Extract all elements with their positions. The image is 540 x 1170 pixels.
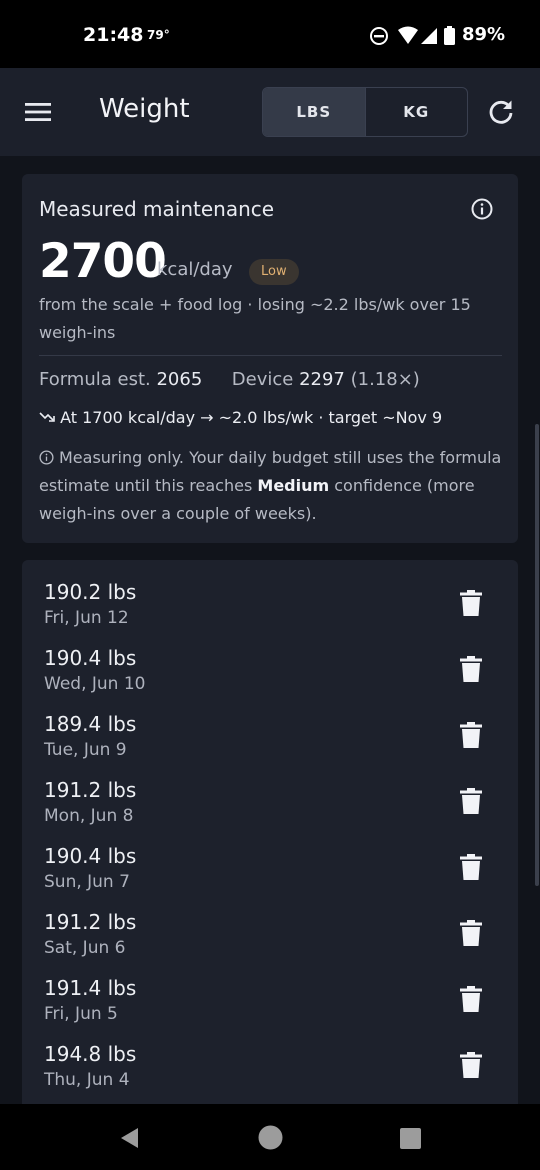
list-item[interactable]: 191.4 lbs Fri, Jun 5 bbox=[22, 956, 518, 1024]
formula-label: Formula est. bbox=[39, 369, 151, 390]
battery-percent: 89% bbox=[462, 24, 506, 45]
maintenance-value: 2700 bbox=[39, 234, 167, 289]
do-not-disturb-icon bbox=[370, 27, 388, 45]
list-item[interactable]: 190.2 lbs Fri, Jun 12 bbox=[22, 560, 518, 628]
delete-icon[interactable] bbox=[460, 920, 482, 946]
unit-lbs-button[interactable]: LBS bbox=[263, 88, 365, 136]
refresh-icon[interactable] bbox=[487, 98, 515, 126]
entry-date: Mon, Jun 8 bbox=[44, 806, 134, 826]
list-item[interactable]: 190.4 lbs Sun, Jun 7 bbox=[22, 824, 518, 892]
delete-icon[interactable] bbox=[460, 1052, 482, 1078]
estimates-line: Formula est. 2065 Device 2297 (1.18×) bbox=[39, 369, 420, 390]
entry-weight: 191.2 lbs bbox=[44, 778, 137, 802]
entry-weight: 190.4 lbs bbox=[44, 844, 137, 868]
entry-date: Sat, Jun 6 bbox=[44, 938, 126, 958]
entry-date: Wed, Jun 10 bbox=[44, 674, 146, 694]
list-item[interactable]: 194.8 lbs Thu, Jun 4 bbox=[22, 1022, 518, 1090]
list-item[interactable]: 190.4 lbs Wed, Jun 10 bbox=[22, 626, 518, 694]
entry-date: Sun, Jun 7 bbox=[44, 872, 130, 892]
entry-date: Fri, Jun 12 bbox=[44, 608, 129, 628]
measuring-note: Measuring only. Your daily budget still … bbox=[39, 444, 504, 528]
formula-value: 2065 bbox=[156, 369, 203, 390]
maintenance-card: Measured maintenance 2700 kcal/day Low f… bbox=[22, 174, 518, 543]
trend-text: At 1700 kcal/day → ~2.0 lbs/wk · target … bbox=[60, 408, 443, 427]
unit-kg-button[interactable]: KG bbox=[364, 88, 468, 136]
battery-icon bbox=[444, 26, 455, 45]
delete-icon[interactable] bbox=[460, 854, 482, 880]
entry-weight: 190.4 lbs bbox=[44, 646, 137, 670]
delete-icon[interactable] bbox=[460, 656, 482, 682]
entry-date: Fri, Jun 5 bbox=[44, 1004, 118, 1024]
wifi-icon bbox=[398, 26, 418, 44]
weight-list: 190.2 lbs Fri, Jun 12 190.4 lbs Wed, Jun 10… bbox=[22, 560, 518, 1120]
entry-weight: 194.8 lbs bbox=[44, 1042, 137, 1066]
scrollbar[interactable] bbox=[535, 424, 539, 886]
list-item[interactable]: 189.4 lbs Tue, Jun 9 bbox=[22, 692, 518, 760]
navigation-bar bbox=[0, 1104, 540, 1170]
list-item[interactable]: 191.2 lbs Mon, Jun 8 bbox=[22, 758, 518, 826]
delete-icon[interactable] bbox=[460, 722, 482, 748]
divider bbox=[39, 355, 502, 356]
device-ratio: (1.18×) bbox=[350, 369, 420, 390]
device-value: 2297 bbox=[299, 369, 345, 390]
status-bar: 21:48 79° 89% bbox=[0, 0, 540, 68]
entry-weight: 190.2 lbs bbox=[44, 580, 137, 604]
note-bold: Medium bbox=[257, 476, 330, 495]
home-icon[interactable] bbox=[258, 1125, 283, 1150]
unit-toggle: LBS KG bbox=[262, 87, 468, 137]
entry-weight: 191.4 lbs bbox=[44, 976, 137, 1000]
status-temperature: 79° bbox=[147, 28, 170, 42]
page-title: Weight bbox=[99, 94, 190, 124]
info-icon[interactable] bbox=[471, 198, 493, 220]
trend-line: At 1700 kcal/day → ~2.0 lbs/wk · target … bbox=[39, 408, 442, 427]
delete-icon[interactable] bbox=[460, 590, 482, 616]
app-bar: Weight LBS KG bbox=[0, 68, 540, 156]
device-label: Device bbox=[231, 369, 294, 390]
trending-down-icon bbox=[39, 412, 55, 422]
info-small-icon bbox=[39, 450, 54, 465]
signal-icon bbox=[421, 28, 437, 44]
delete-icon[interactable] bbox=[460, 788, 482, 814]
menu-icon[interactable] bbox=[24, 100, 52, 124]
entry-date: Tue, Jun 9 bbox=[44, 740, 127, 760]
recents-icon[interactable] bbox=[400, 1128, 421, 1149]
list-item[interactable]: 191.2 lbs Sat, Jun 6 bbox=[22, 890, 518, 958]
maintenance-subtitle: from the scale + food log · losing ~2.2 … bbox=[39, 295, 471, 342]
maintenance-title: Measured maintenance bbox=[39, 197, 275, 221]
entry-weight: 189.4 lbs bbox=[44, 712, 137, 736]
maintenance-unit: kcal/day bbox=[157, 259, 233, 280]
status-time: 21:48 bbox=[83, 24, 144, 46]
confidence-badge: Low bbox=[249, 259, 299, 285]
back-icon[interactable] bbox=[118, 1126, 140, 1150]
delete-icon[interactable] bbox=[460, 986, 482, 1012]
entry-weight: 191.2 lbs bbox=[44, 910, 137, 934]
entry-date: Thu, Jun 4 bbox=[44, 1070, 130, 1090]
